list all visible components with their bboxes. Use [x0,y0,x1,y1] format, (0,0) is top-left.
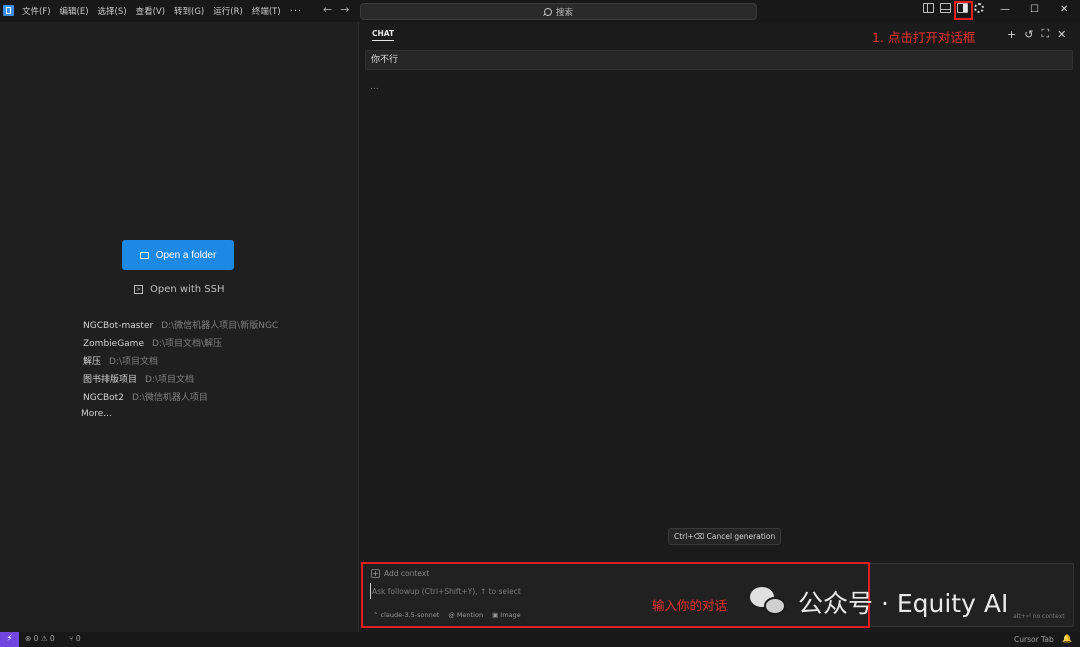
toggle-primary-sidebar-icon[interactable] [923,3,934,13]
recent-project-name: NGCBot-master [83,321,154,331]
recent-project-name: 图书排版项目 [83,375,138,385]
cursor-tab-status[interactable]: Cursor Tab [1014,635,1054,644]
remote-indicator-icon[interactable]: ⚡ [0,632,19,647]
toggle-panel-icon[interactable] [940,3,951,13]
open-folder-label: Open a folder [155,249,217,261]
recent-project-item[interactable]: 图书排版项目 D:\项目文档 [83,374,278,392]
menu-view[interactable]: 查看(V) [136,5,165,17]
user-message: 你不行 [365,50,1073,70]
expand-icon[interactable]: ⛶ [1041,27,1049,41]
close-window-button[interactable]: ✕ [1060,4,1068,15]
new-chat-icon[interactable]: + [1007,28,1016,41]
recent-project-path: D:\微信机器人项目 [131,393,208,403]
recent-project-name: 解压 [83,357,102,367]
open-folder-button[interactable]: Open a folder [122,240,234,270]
recent-project-item[interactable]: 解压 D:\项目文档 [83,356,278,374]
problems-indicator[interactable]: ⊗ 0 ⚠ 0 [25,634,55,643]
more-recent-link[interactable]: More... [81,409,112,419]
recent-project-path: D:\微信机器人项目\新版NGC [161,321,279,331]
minimize-button[interactable]: — [1000,4,1010,15]
back-arrow-icon[interactable]: ← [323,3,332,16]
nav-arrows: ← → [323,3,349,16]
chat-actions: + ↺ ⛶ ✕ [1007,27,1066,41]
open-ssh-link[interactable]: > Open with SSH [134,284,225,295]
no-context-hint: alt+⏎ no context [1013,613,1065,620]
cursor-app-icon [3,5,14,16]
folder-icon [139,251,149,259]
recent-project-item[interactable]: NGCBot2 D:\微信机器人项目 [83,392,278,410]
forward-arrow-icon[interactable]: → [340,3,349,16]
title-bar: 文件(F) 编辑(E) 选择(S) 查看(V) 转到(G) 运行(R) 终端(T… [0,0,1080,22]
menu-file[interactable]: 文件(F) [22,5,51,17]
history-icon[interactable]: ↺ [1024,28,1033,41]
cancel-generation-button[interactable]: Ctrl+⌫ Cancel generation [668,528,782,545]
recent-project-path: D:\项目文档\解压 [151,339,223,349]
wechat-watermark: 公众号 · Equity AI [750,584,1008,620]
bell-icon[interactable]: 🔔 [1062,634,1072,643]
gear-icon[interactable] [974,3,984,13]
recent-project-item[interactable]: ZombieGame D:\项目文档\解压 [83,338,278,356]
search-label: 搜索 [555,7,573,18]
terminal-icon: > [134,285,143,294]
close-icon[interactable]: ✕ [1057,28,1066,41]
maximize-button[interactable]: ☐ [1030,4,1039,15]
chat-panel: CHAT 1. 点击打开对话框 + ↺ ⛶ ✕ 你不行 ... Ctrl+⌫ C… [359,22,1080,632]
menu-go[interactable]: 转到(G) [174,5,204,17]
tab-chat[interactable]: CHAT [372,29,395,41]
annotation-open-dialog: 1. 点击打开对话框 [872,30,976,45]
command-search-box[interactable]: 搜索 [360,3,757,20]
recent-project-path: D:\项目文档 [145,375,195,385]
annotation-input-dialog: 输入你的对话 [652,598,728,613]
wechat-logo-icon [750,587,788,617]
menu-run[interactable]: 运行(R) [213,5,243,17]
search-icon [543,7,552,16]
watermark-text: 公众号 · Equity AI [798,589,1009,618]
loading-indicator: ... [370,82,379,92]
menu-terminal[interactable]: 终端(T) [252,5,281,17]
menu-bar: 文件(F) 编辑(E) 选择(S) 查看(V) 转到(G) 运行(R) 终端(T… [22,0,311,22]
status-bar: ⚡ ⊗ 0 ⚠ 0 ⑂ 0 Cursor Tab 🔔 [0,632,1080,647]
menu-more[interactable]: ··· [290,6,303,17]
ports-indicator[interactable]: ⑂ 0 [69,634,81,643]
recent-projects-list: NGCBot-master D:\微信机器人项目\新版NGC ZombieGame… [83,320,278,410]
annotation-highlight-sidebar-toggle [954,1,973,20]
recent-project-name: NGCBot2 [83,393,124,403]
recent-project-item[interactable]: NGCBot-master D:\微信机器人项目\新版NGC [83,320,278,338]
open-ssh-label: Open with SSH [150,284,225,295]
recent-project-name: ZombieGame [83,339,144,349]
menu-selection[interactable]: 选择(S) [98,5,127,17]
menu-edit[interactable]: 编辑(E) [60,5,89,17]
recent-project-path: D:\项目文档 [109,357,159,367]
